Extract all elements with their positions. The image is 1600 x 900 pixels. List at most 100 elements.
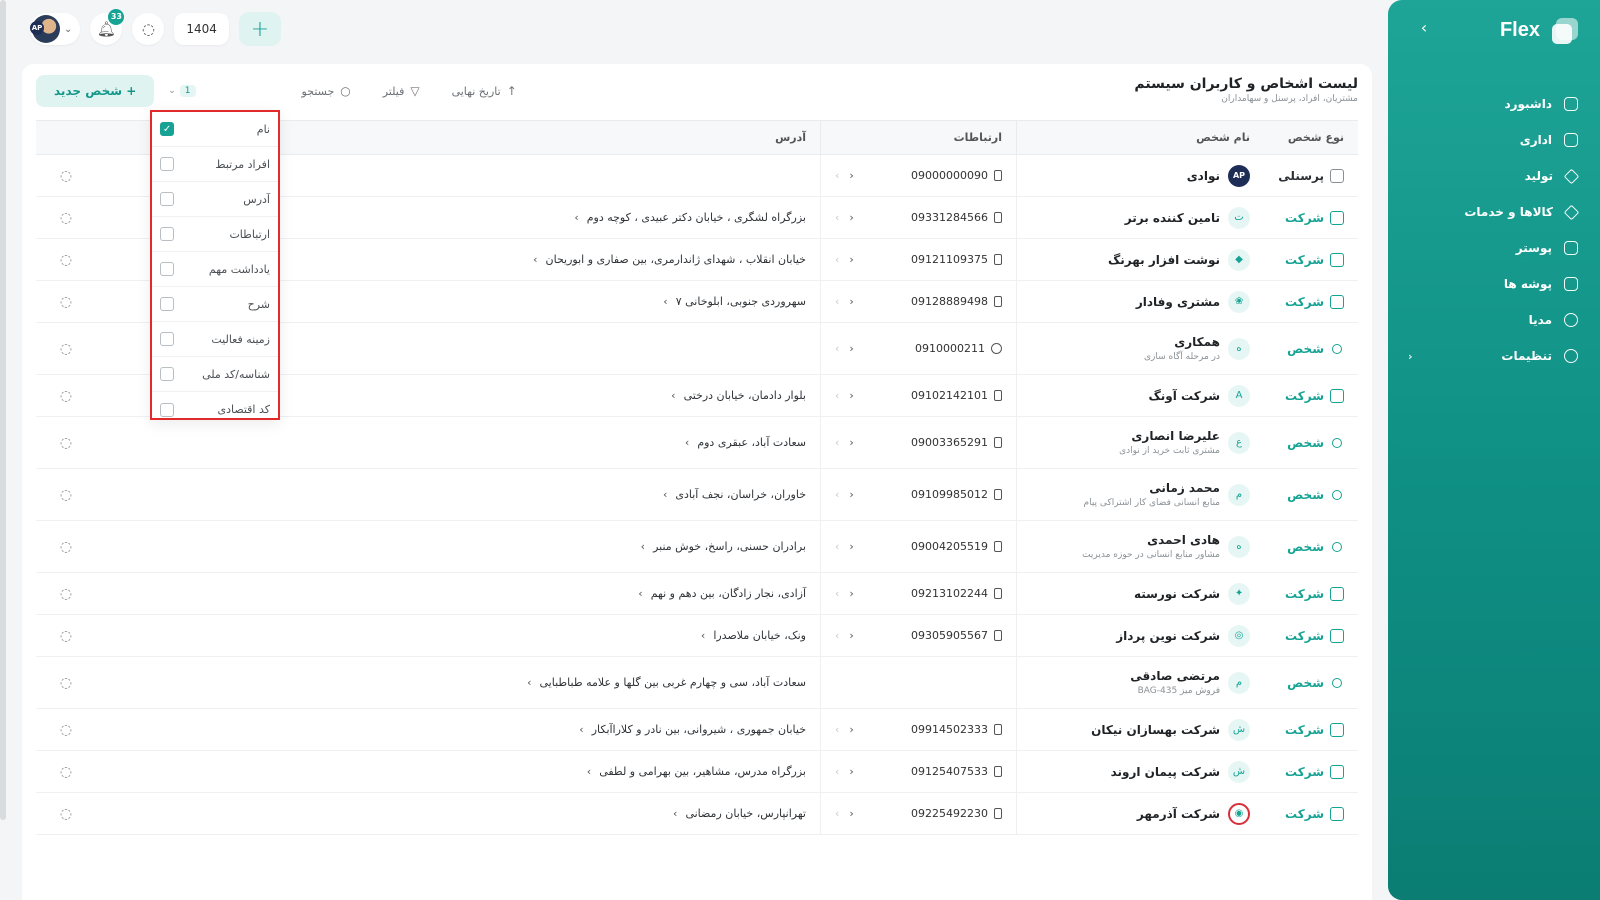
chevron-left-icon[interactable]: › xyxy=(663,488,667,501)
phone-number[interactable]: 09225492230 xyxy=(911,807,988,820)
notifications-button[interactable]: 🔔︎ 33 xyxy=(90,9,125,45)
chat-icon[interactable]: ◌ xyxy=(60,435,72,451)
person-type-label[interactable]: شرکت xyxy=(1285,295,1324,309)
person-name-cell[interactable]: ◎ شرکت نوین پرداز xyxy=(1016,615,1262,656)
person-name[interactable]: شرکت آذرمهر xyxy=(1137,807,1220,821)
chevron-right-icon[interactable]: ‹ xyxy=(849,295,853,308)
chat-icon[interactable]: ◌ xyxy=(60,252,72,268)
column-option[interactable]: شناسه/کد ملی xyxy=(152,357,278,392)
chat-icon[interactable]: ◌ xyxy=(60,806,72,822)
person-name-cell[interactable]: ◉ شرکت آذرمهر xyxy=(1016,793,1262,834)
sidebar-collapse-icon[interactable]: ‹ xyxy=(1416,20,1432,36)
person-name-cell[interactable]: A شرکت آونگ xyxy=(1016,375,1262,416)
person-name[interactable]: علیرضا انصاری xyxy=(1119,429,1220,443)
chat-icon[interactable]: ◌ xyxy=(60,675,72,691)
person-type-label[interactable]: شخص xyxy=(1287,676,1324,690)
person-name[interactable]: شرکت نورسته xyxy=(1134,587,1220,601)
chevron-right-icon[interactable]: ‹ xyxy=(849,211,853,224)
person-name-cell[interactable]: ❀ مشتری وفادار xyxy=(1016,281,1262,322)
chevron-left-icon[interactable]: › xyxy=(685,436,689,449)
checkbox[interactable] xyxy=(160,367,174,381)
column-option[interactable]: آدرس xyxy=(152,182,278,217)
person-name[interactable]: هادی احمدی xyxy=(1082,533,1220,547)
person-type-label[interactable]: شرکت xyxy=(1285,587,1324,601)
person-type-label[interactable]: شخص xyxy=(1287,488,1324,502)
table-row[interactable]: شرکت ◉ شرکت آذرمهر 09225492230 ‹ › تهران… xyxy=(36,793,1358,835)
chat-icon[interactable]: ◌ xyxy=(60,210,72,226)
sidebar-item-folders[interactable]: پوشه ها xyxy=(1408,266,1578,302)
person-type-label[interactable]: شرکت xyxy=(1285,253,1324,267)
table-row[interactable]: شرکت ◎ شرکت نوین پرداز 09305905567 ‹ › و… xyxy=(36,615,1358,657)
phone-number[interactable]: 09331284566 xyxy=(911,211,988,224)
chevron-left-icon[interactable]: › xyxy=(673,807,677,820)
checkbox[interactable] xyxy=(160,157,174,171)
person-type-label[interactable]: پرسنلی xyxy=(1278,169,1324,183)
checkbox[interactable] xyxy=(160,402,174,417)
person-name[interactable]: مشتری وفادار xyxy=(1136,295,1220,309)
person-name-cell[interactable]: م محمد زمانی منابع انسانی فضای کار اشترا… xyxy=(1016,469,1262,520)
column-option[interactable]: کد اقتصادی xyxy=(152,392,278,427)
person-name-cell[interactable]: ✦ شرکت نورسته xyxy=(1016,573,1262,614)
person-name[interactable]: شرکت نوین پرداز xyxy=(1116,629,1220,643)
chevron-right-icon[interactable]: ‹ xyxy=(849,253,853,266)
table-row[interactable]: شرکت ✦ شرکت نورسته 09213102244 ‹ › آزادی… xyxy=(36,573,1358,615)
column-option[interactable]: زمینه فعالیت xyxy=(152,322,278,357)
chevron-left-icon[interactable]: › xyxy=(701,629,705,642)
year-selector[interactable]: 1404 xyxy=(174,13,229,45)
column-option[interactable]: افراد مرتبط xyxy=(152,147,278,182)
sidebar-item-settings[interactable]: تنظیمات ‹ xyxy=(1408,338,1578,374)
phone-number[interactable]: 09128889498 xyxy=(911,295,988,308)
phone-number[interactable]: 09102142101 xyxy=(911,389,988,402)
person-name[interactable]: نوشت افزار بهرنگ xyxy=(1108,253,1220,267)
person-name[interactable]: نوادی xyxy=(1187,169,1220,183)
phone-number[interactable]: 09109985012 xyxy=(911,488,988,501)
person-name[interactable]: شرکت بهسازان نیکان xyxy=(1091,723,1220,737)
chevron-left-icon[interactable]: › xyxy=(587,765,591,778)
filter-button[interactable]: ▽ فیلتر xyxy=(383,84,420,98)
chevron-left-icon[interactable]: › xyxy=(835,211,839,224)
sidebar-item-production[interactable]: تولید xyxy=(1408,158,1580,194)
person-name-cell[interactable]: ه همکاری در مرحله آگاه سازی xyxy=(1016,323,1262,374)
chevron-left-icon[interactable]: › xyxy=(574,211,578,224)
sort-button[interactable]: ↑ تاریخ نهایی xyxy=(452,84,517,98)
new-person-button[interactable]: + شخص جدید xyxy=(36,75,155,107)
person-name-cell[interactable]: م مرتضی صادقی فروش میز BAG-435 xyxy=(1016,657,1262,708)
chat-icon[interactable]: ◌ xyxy=(60,628,72,644)
chevron-right-icon[interactable]: ‹ xyxy=(849,587,853,600)
phone-number[interactable]: 09121109375 xyxy=(911,253,988,266)
chat-icon[interactable]: ◌ xyxy=(60,294,72,310)
chevron-left-icon[interactable]: › xyxy=(579,723,583,736)
chevron-left-icon[interactable]: › xyxy=(835,723,839,736)
chevron-left-icon[interactable]: › xyxy=(835,389,839,402)
chat-icon[interactable]: ◌ xyxy=(60,539,72,555)
chevron-right-icon[interactable]: ‹ xyxy=(849,169,853,182)
chevron-right-icon[interactable]: ‹ xyxy=(849,765,853,778)
chevron-left-icon[interactable]: › xyxy=(671,389,675,402)
chevron-left-icon[interactable]: › xyxy=(835,765,839,778)
person-name-cell[interactable]: AP نوادی xyxy=(1016,155,1262,196)
chat-icon[interactable]: ◌ xyxy=(60,586,72,602)
chevron-right-icon[interactable]: ‹ xyxy=(849,389,853,402)
sidebar-item-poster[interactable]: پوستر xyxy=(1408,230,1578,266)
chevron-right-icon[interactable]: ‹ xyxy=(849,807,853,820)
chevron-left-icon[interactable]: › xyxy=(835,807,839,820)
sidebar-item-admin[interactable]: اداری xyxy=(1408,122,1578,158)
person-name[interactable]: شرکت آونگ xyxy=(1149,389,1221,403)
person-type-label[interactable]: شخص xyxy=(1287,540,1324,554)
chat-icon[interactable]: ◌ xyxy=(60,487,72,503)
quick-add-button[interactable]: + xyxy=(238,12,281,46)
column-selector-toggle[interactable]: ⌄ 1 xyxy=(168,85,196,97)
checkbox[interactable] xyxy=(160,262,174,276)
person-name[interactable]: مرتضی صادقی xyxy=(1130,669,1220,683)
person-type-label[interactable]: شرکت xyxy=(1285,723,1324,737)
checkbox[interactable] xyxy=(160,227,174,241)
chevron-right-icon[interactable]: ‹ xyxy=(849,540,853,553)
user-menu[interactable]: AP ⌄ xyxy=(30,13,81,45)
page-scrollbar[interactable] xyxy=(0,0,6,820)
phone-number[interactable]: 09213102244 xyxy=(911,587,988,600)
chevron-left-icon[interactable]: › xyxy=(835,253,839,266)
search-button[interactable]: ○ جستجو xyxy=(302,84,351,98)
chevron-left-icon[interactable]: › xyxy=(835,540,839,553)
column-header-name[interactable]: نام شخص xyxy=(1016,121,1262,154)
person-type-label[interactable]: شخص xyxy=(1287,436,1324,450)
